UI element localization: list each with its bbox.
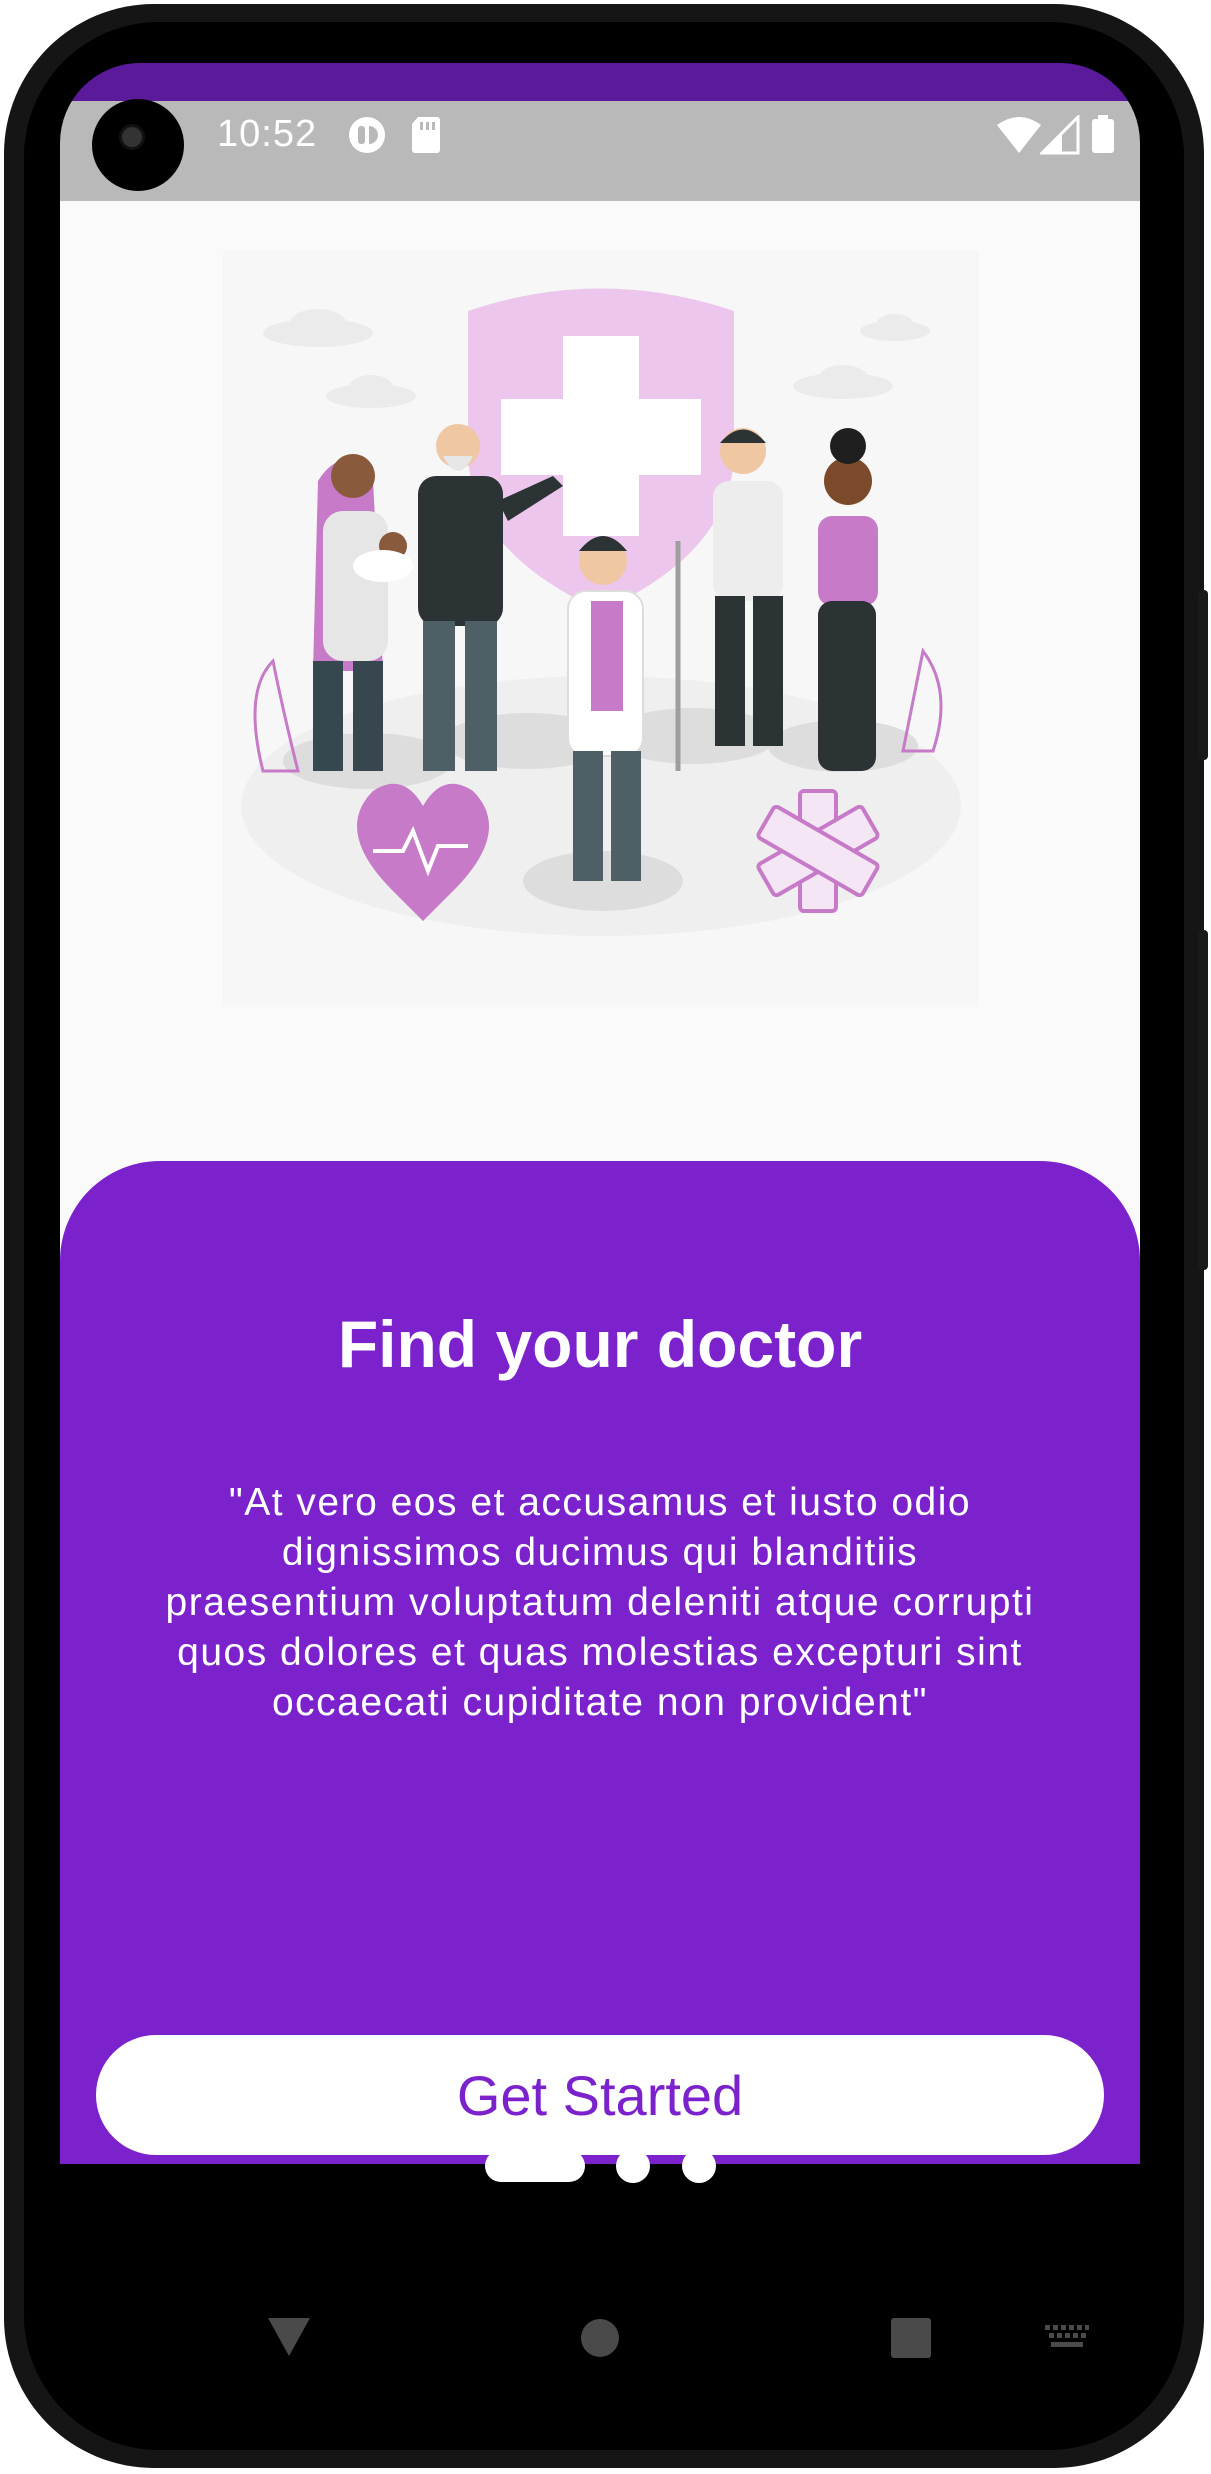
page-indicator-dot[interactable] (616, 2149, 650, 2183)
power-button (1198, 590, 1208, 760)
wifi-icon (997, 117, 1041, 153)
back-icon[interactable] (266, 2316, 312, 2358)
page-indicator-dot[interactable] (682, 2149, 716, 2183)
recents-icon[interactable] (891, 2318, 931, 2358)
status-time: 10:52 (217, 113, 318, 155)
media-icon (349, 117, 385, 153)
battery-icon (1092, 115, 1114, 153)
onboarding-title: Find your doctor (337, 1307, 863, 1381)
screen: 10:52 Find your doctor "At vero eos et a… (60, 63, 1140, 2270)
home-icon[interactable] (580, 2318, 620, 2358)
keyboard-icon[interactable] (1045, 2325, 1089, 2351)
get-started-button[interactable]: Get Started (96, 2035, 1104, 2155)
signal-icon (1040, 115, 1080, 155)
medical-team-illustration (223, 251, 979, 1007)
front-camera (92, 99, 184, 191)
onboarding-screen: Find your doctor "At vero eos et accusam… (60, 201, 1140, 2164)
onboarding-card: Find your doctor "At vero eos et accusam… (60, 1161, 1140, 2164)
page-indicator-dot-active[interactable] (485, 2150, 585, 2182)
sd-card-icon (412, 117, 440, 153)
volume-button (1198, 930, 1208, 1270)
onboarding-description: "At vero eos et accusamus et iusto odio … (165, 1481, 1035, 1724)
